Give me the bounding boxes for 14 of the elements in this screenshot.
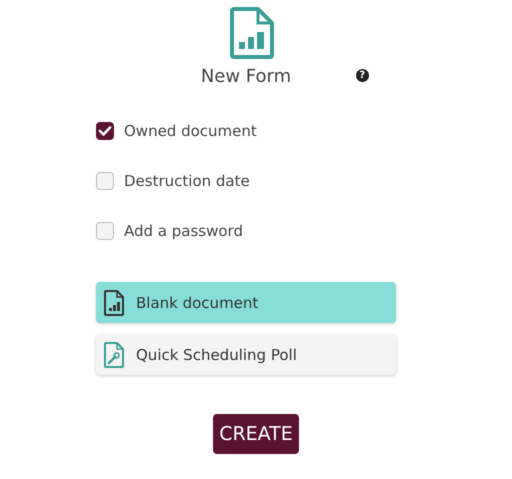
- checkbox[interactable]: [96, 172, 114, 190]
- template-item[interactable]: Quick Scheduling Poll: [96, 334, 396, 375]
- checkbox[interactable]: [96, 122, 114, 140]
- option-label: Destruction date: [124, 172, 250, 190]
- create-button[interactable]: CREATE: [213, 414, 299, 454]
- template-item[interactable]: Blank document: [96, 282, 396, 323]
- document-chart-icon: [104, 290, 124, 316]
- option-label: Owned document: [124, 122, 257, 140]
- help-icon[interactable]: ?: [356, 69, 369, 82]
- option-label: Add a password: [124, 222, 243, 240]
- checkbox[interactable]: [96, 222, 114, 240]
- document-wrench-icon: [104, 342, 124, 368]
- form-chart-icon: [230, 7, 274, 59]
- form-title: New Form: [200, 66, 292, 87]
